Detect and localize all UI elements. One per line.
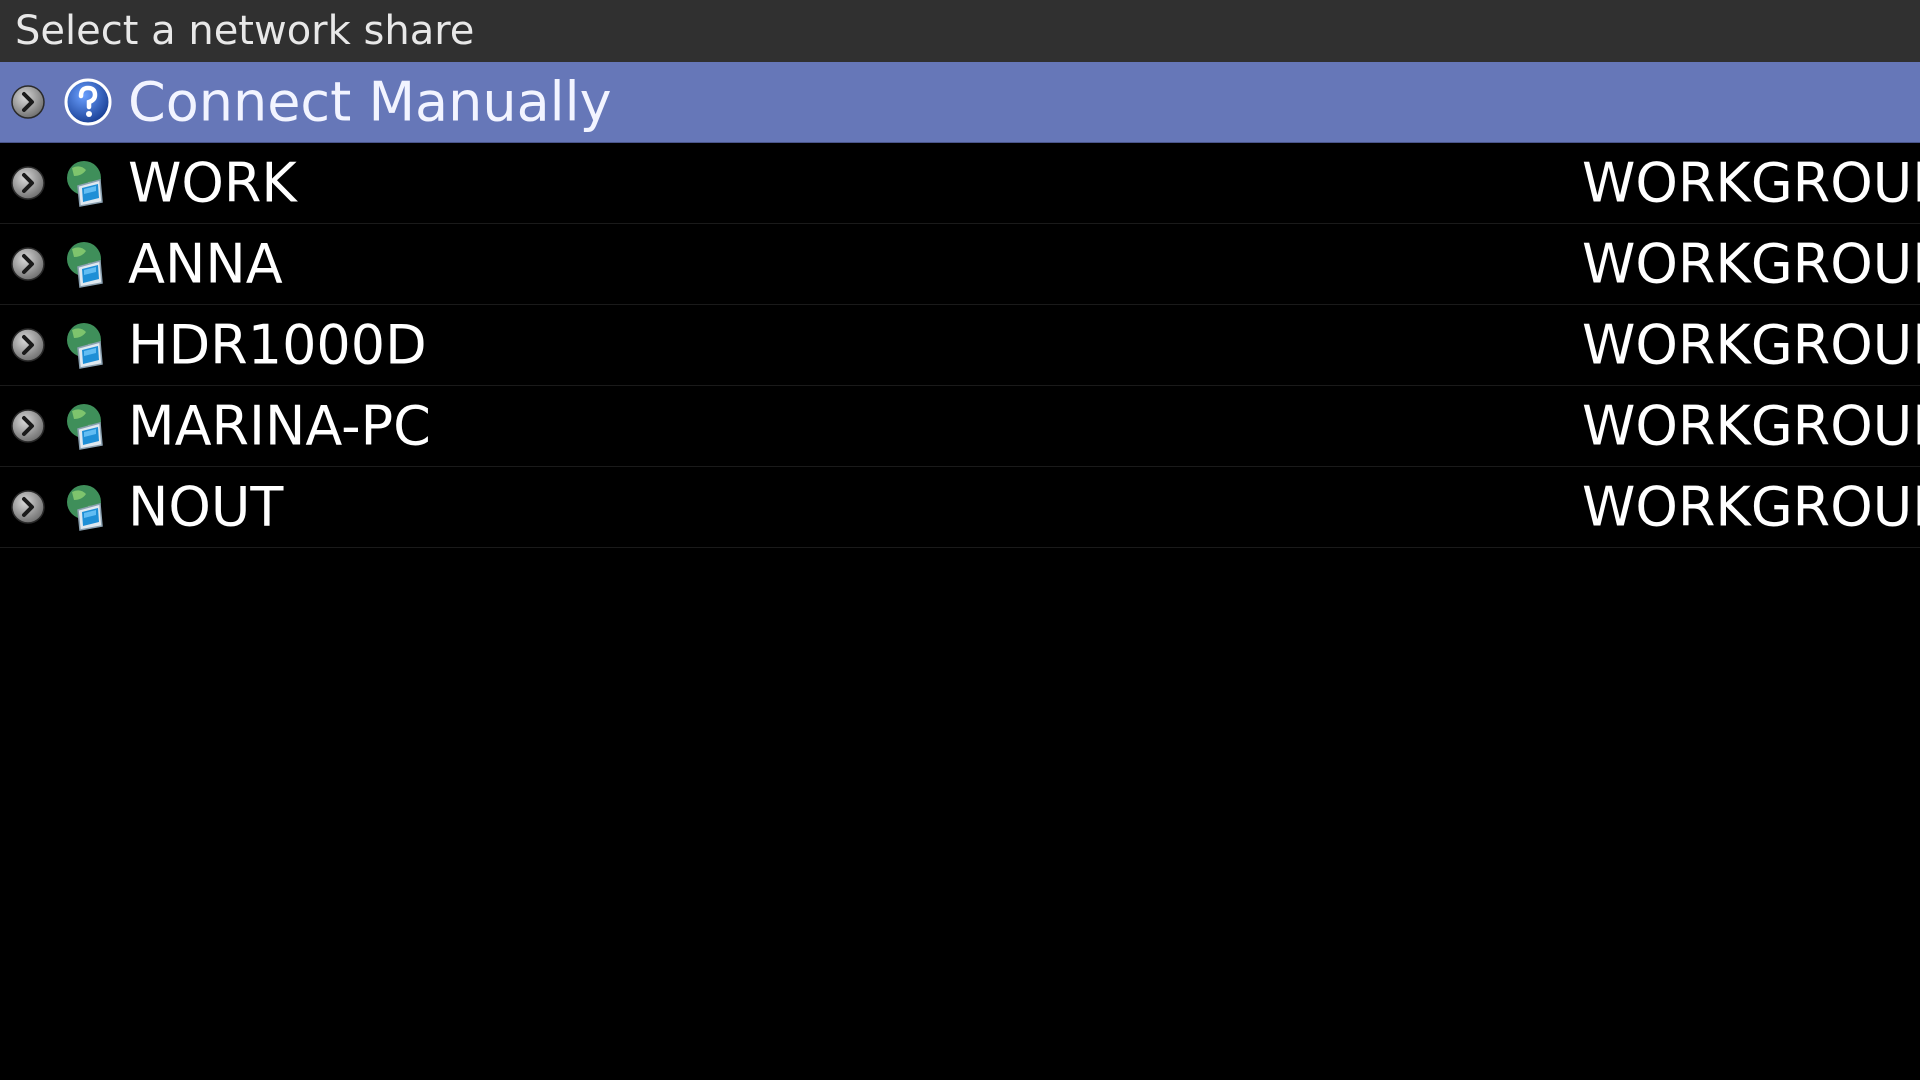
network-share-screen: Select a network share Connect Manually … bbox=[0, 0, 1920, 1080]
page-title: Select a network share bbox=[15, 8, 475, 54]
share-workgroup: WORKGROUP bbox=[1582, 394, 1920, 458]
share-name: HDR1000D bbox=[128, 313, 427, 377]
chevron-right-circle-icon bbox=[11, 328, 45, 362]
chevron-right-circle-icon bbox=[11, 166, 45, 200]
share-name: MARINA-PC bbox=[128, 394, 431, 458]
list-item-nout[interactable]: NOUT WORKGROUP bbox=[0, 467, 1920, 548]
list-item-connect-manually[interactable]: Connect Manually bbox=[0, 62, 1920, 143]
chevron-right-circle-icon bbox=[11, 85, 45, 119]
chevron-right-circle-icon bbox=[11, 490, 45, 524]
share-name: NOUT bbox=[128, 475, 284, 539]
chevron-right-circle-icon bbox=[11, 409, 45, 443]
network-computer-icon bbox=[67, 404, 103, 450]
network-computer-icon bbox=[67, 242, 103, 288]
network-computer-icon bbox=[67, 161, 103, 207]
network-computer-icon bbox=[67, 485, 103, 531]
chevron-right-circle-icon bbox=[11, 247, 45, 281]
network-computer-icon bbox=[67, 323, 103, 369]
list-item-work[interactable]: WORK WORKGROUP bbox=[0, 143, 1920, 224]
list-item-anna[interactable]: ANNA WORKGROUP bbox=[0, 224, 1920, 305]
list-item-hdr1000d[interactable]: HDR1000D WORKGROUP bbox=[0, 305, 1920, 386]
share-workgroup: WORKGROUP bbox=[1582, 151, 1920, 215]
share-workgroup: WORKGROUP bbox=[1582, 313, 1920, 377]
help-question-icon bbox=[64, 78, 112, 126]
title-bar: Select a network share bbox=[0, 0, 1920, 62]
share-name: WORK bbox=[128, 151, 297, 215]
share-name: ANNA bbox=[128, 232, 283, 296]
list-item-marina-pc[interactable]: MARINA-PC WORKGROUP bbox=[0, 386, 1920, 467]
share-workgroup: WORKGROUP bbox=[1582, 475, 1920, 539]
share-name: Connect Manually bbox=[128, 70, 612, 134]
share-workgroup: WORKGROUP bbox=[1582, 232, 1920, 296]
network-share-list: Connect Manually WORK WORKGROUP ANNA WOR… bbox=[0, 62, 1920, 548]
